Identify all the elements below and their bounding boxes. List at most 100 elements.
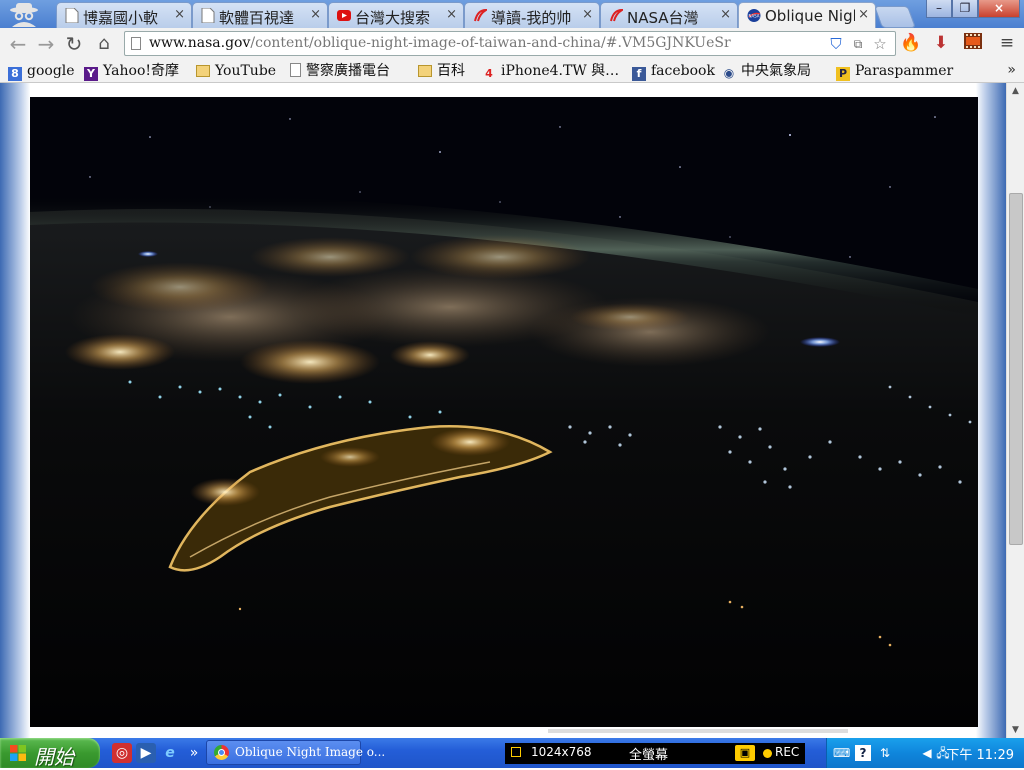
close-window-button[interactable]: × [978,0,1020,18]
taskbar-window-label: Oblique Night Image o... [235,745,386,759]
google-icon: 8 [8,67,22,81]
bookmark-label: google [27,63,75,79]
recorder-resolution: 1024x768 [531,745,592,759]
url-host: www.nasa.gov [149,35,251,51]
menu-icon[interactable]: ≡ [996,32,1018,54]
url-path: /content/oblique-night-image-of-taiwan-a… [250,35,731,51]
scrollbar-thumb[interactable] [1009,193,1023,545]
back-button[interactable]: ← [6,32,30,56]
bookmark-label: Yahoo!奇摩 [103,63,180,79]
iphone4tw-icon: 4 [485,67,493,80]
bookmark-iphone4tw[interactable]: 4 iPhone4.TW 與… [482,61,619,81]
record-button[interactable]: REC [775,745,799,759]
shield-icon[interactable]: ⛉ [827,35,845,53]
translate-icon[interactable]: ⧉ [849,35,867,53]
screen-recorder-bar: 1024x768 全螢幕 ▣ REC [505,743,805,764]
film-extension-icon[interactable] [962,32,984,54]
quicklaunch-overflow-icon[interactable]: » [184,743,204,763]
bookmark-label: facebook [651,63,715,79]
system-tray: ⌨ ? ⇅ ◀ 🖧 下午 11:29 [826,738,1024,768]
tab-close-icon[interactable]: × [310,7,321,22]
swirl-icon [610,8,623,22]
home-button[interactable]: ⌂ [92,32,116,56]
night-earth-photo[interactable] [30,97,978,727]
new-tab-button[interactable] [873,6,917,28]
fire-extension-icon[interactable]: 🔥 [900,32,922,54]
nasa-icon: NASA [747,9,761,22]
tab-label: NASA台灣 [627,9,699,27]
taskbar: 開始 ◎ ▶ e » Oblique Night Image o... 1024… [0,738,1024,769]
tab-label: 導讀-我的帅 [491,9,572,27]
youtube-icon [337,10,351,21]
tab-active[interactable]: NASA Oblique Nigh × [738,2,876,28]
vertical-scrollbar[interactable]: ▲ ▼ [1006,83,1024,738]
address-bar[interactable]: www.nasa.gov/content/oblique-night-image… [124,31,896,56]
tab-close-icon[interactable]: × [174,7,185,22]
bookmark-label: 警察廣播電台 [306,63,390,79]
bookmark-weather[interactable]: ◉ 中央氣象局 [722,61,811,81]
page-icon [290,63,301,77]
page-icon [201,8,215,23]
tab-3[interactable]: 台灣大搜索 × [328,2,464,28]
swirl-icon [474,8,487,22]
folder-icon [196,65,210,77]
internet-explorer-icon[interactable]: e [160,743,180,763]
tab-close-icon[interactable]: × [858,7,869,22]
reload-button[interactable]: ↻ [62,32,86,56]
tab-2[interactable]: 軟體百視達 × [192,2,328,28]
tab-close-icon[interactable]: × [582,7,593,22]
scroll-down-arrow-icon[interactable]: ▼ [1007,722,1024,738]
bookmark-paraspammer[interactable]: P Paraspammer [836,61,953,81]
bookmark-wiki[interactable]: 百科 [418,61,465,81]
toolbar: ← → ↻ ⌂ www.nasa.gov/content/oblique-nig… [0,28,1024,60]
minimize-button[interactable]: – [926,0,952,18]
download-extension-icon[interactable]: ⬇ [930,32,952,54]
forward-button[interactable]: → [34,32,58,56]
bookmarks-overflow-button[interactable]: » [1007,62,1016,78]
tab-label: 台灣大搜索 [355,9,431,27]
bookmark-label: 中央氣象局 [741,63,811,79]
tray-expand-icon[interactable]: ◀ [919,745,935,761]
help-icon[interactable]: ? [855,745,871,761]
folder-icon [418,65,432,77]
yahoo-icon: Y [84,67,98,81]
tab-close-icon[interactable]: × [446,7,457,22]
tab-label: 博嘉國小軟 [83,9,159,27]
restore-button[interactable]: ❐ [952,0,978,18]
tab-5[interactable]: NASA台灣 × [600,2,738,28]
media-player-icon[interactable]: ▶ [136,743,156,763]
start-button[interactable]: 開始 [0,738,100,769]
tab-1[interactable]: 博嘉國小軟 × [56,2,192,28]
scroll-up-arrow-icon[interactable]: ▲ [1007,83,1024,99]
clock: 下午 11:29 [946,748,1014,763]
quicklaunch-app-icon[interactable]: ◎ [112,743,132,763]
usb-icon[interactable]: ⇅ [877,745,893,761]
paraspammer-icon: P [836,67,850,81]
keyboard-icon[interactable]: ⌨ [833,745,850,761]
recorder-mode[interactable]: 全螢幕 [629,744,668,763]
tab-label: Oblique Nigh [765,7,855,25]
record-dot-icon [763,749,772,758]
horizontal-rule [548,729,848,733]
tab-strip: 博嘉國小軟 × 軟體百視達 × 台灣大搜索 × 導讀-我的帅 × NASA台灣 … [0,0,1024,28]
bookmark-label: Paraspammer [855,63,954,79]
incognito-icon [10,3,38,27]
taskbar-window-chrome[interactable]: Oblique Night Image o... [206,740,385,765]
tab-close-icon[interactable]: × [720,7,731,22]
eye-icon: ◉ [723,66,735,80]
star-icon[interactable]: ☆ [871,35,889,53]
bookmark-youtube[interactable]: YouTube [196,61,276,81]
url-text[interactable]: www.nasa.gov/content/oblique-night-image… [149,35,731,51]
bookmark-label: 百科 [437,63,465,79]
bookmark-google[interactable]: 8 google [8,61,75,81]
bookmark-facebook[interactable]: f facebook [632,61,715,81]
page-icon [65,8,79,23]
bookmark-police-radio[interactable]: 警察廣播電台 [290,61,390,81]
capture-area-icon[interactable] [511,747,521,757]
camera-icon[interactable]: ▣ [735,745,755,761]
windows-logo-icon [10,745,26,761]
photo-frame [30,97,978,727]
bookmark-yahoo[interactable]: Y Yahoo!奇摩 [84,61,179,81]
tab-4[interactable]: 導讀-我的帅 × [464,2,600,28]
bookmark-label: iPhone4.TW 與… [501,63,620,79]
